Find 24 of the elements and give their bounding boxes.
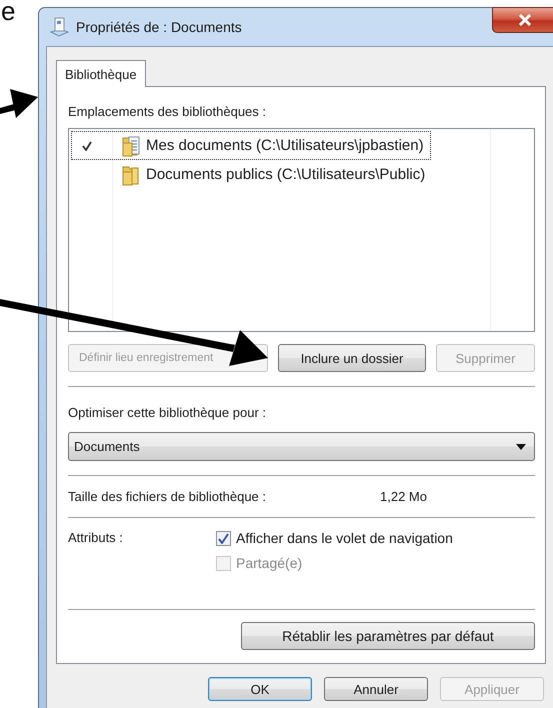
checkbox[interactable]	[216, 530, 231, 546]
background-text: e	[1, 0, 16, 26]
checkbox-option[interactable]: Afficher dans le volet de navigation	[216, 530, 535, 546]
attributes-label: Attributs :	[68, 530, 124, 546]
location-button[interactable]: Inclure un dossier	[278, 344, 426, 372]
restore-defaults-button[interactable]: Rétablir les paramètres par défaut	[241, 622, 535, 650]
document-folder-icon	[122, 134, 142, 156]
optimize-dropdown[interactable]: Documents	[68, 432, 535, 461]
dropdown-arrow-icon	[516, 444, 526, 450]
size-value: 1,22 Mo	[380, 489, 427, 504]
window-title: Propriétés de : Documents	[76, 19, 242, 35]
arrow	[0, 89, 38, 118]
library-icon	[48, 16, 70, 38]
location-item[interactable]: Mes documents (C:\Utilisateurs\jpbastien)	[71, 131, 431, 160]
size-label: Taille des fichiers de bibliothèque :	[68, 489, 266, 504]
section-label: Emplacements des bibliothèques :	[68, 104, 268, 119]
location-item[interactable]: Documents publics (C:\Utilisateurs\Public)	[71, 160, 432, 189]
section-label: Optimiser cette bibliothèque pour :	[68, 405, 267, 420]
dialog-button[interactable]: OK	[208, 677, 312, 701]
close-button[interactable]	[492, 7, 553, 33]
close-icon	[518, 14, 532, 26]
dialog-button[interactable]: Annuler	[324, 677, 428, 701]
tab[interactable]: Bibliothèque	[56, 60, 146, 87]
check-icon	[218, 532, 229, 544]
